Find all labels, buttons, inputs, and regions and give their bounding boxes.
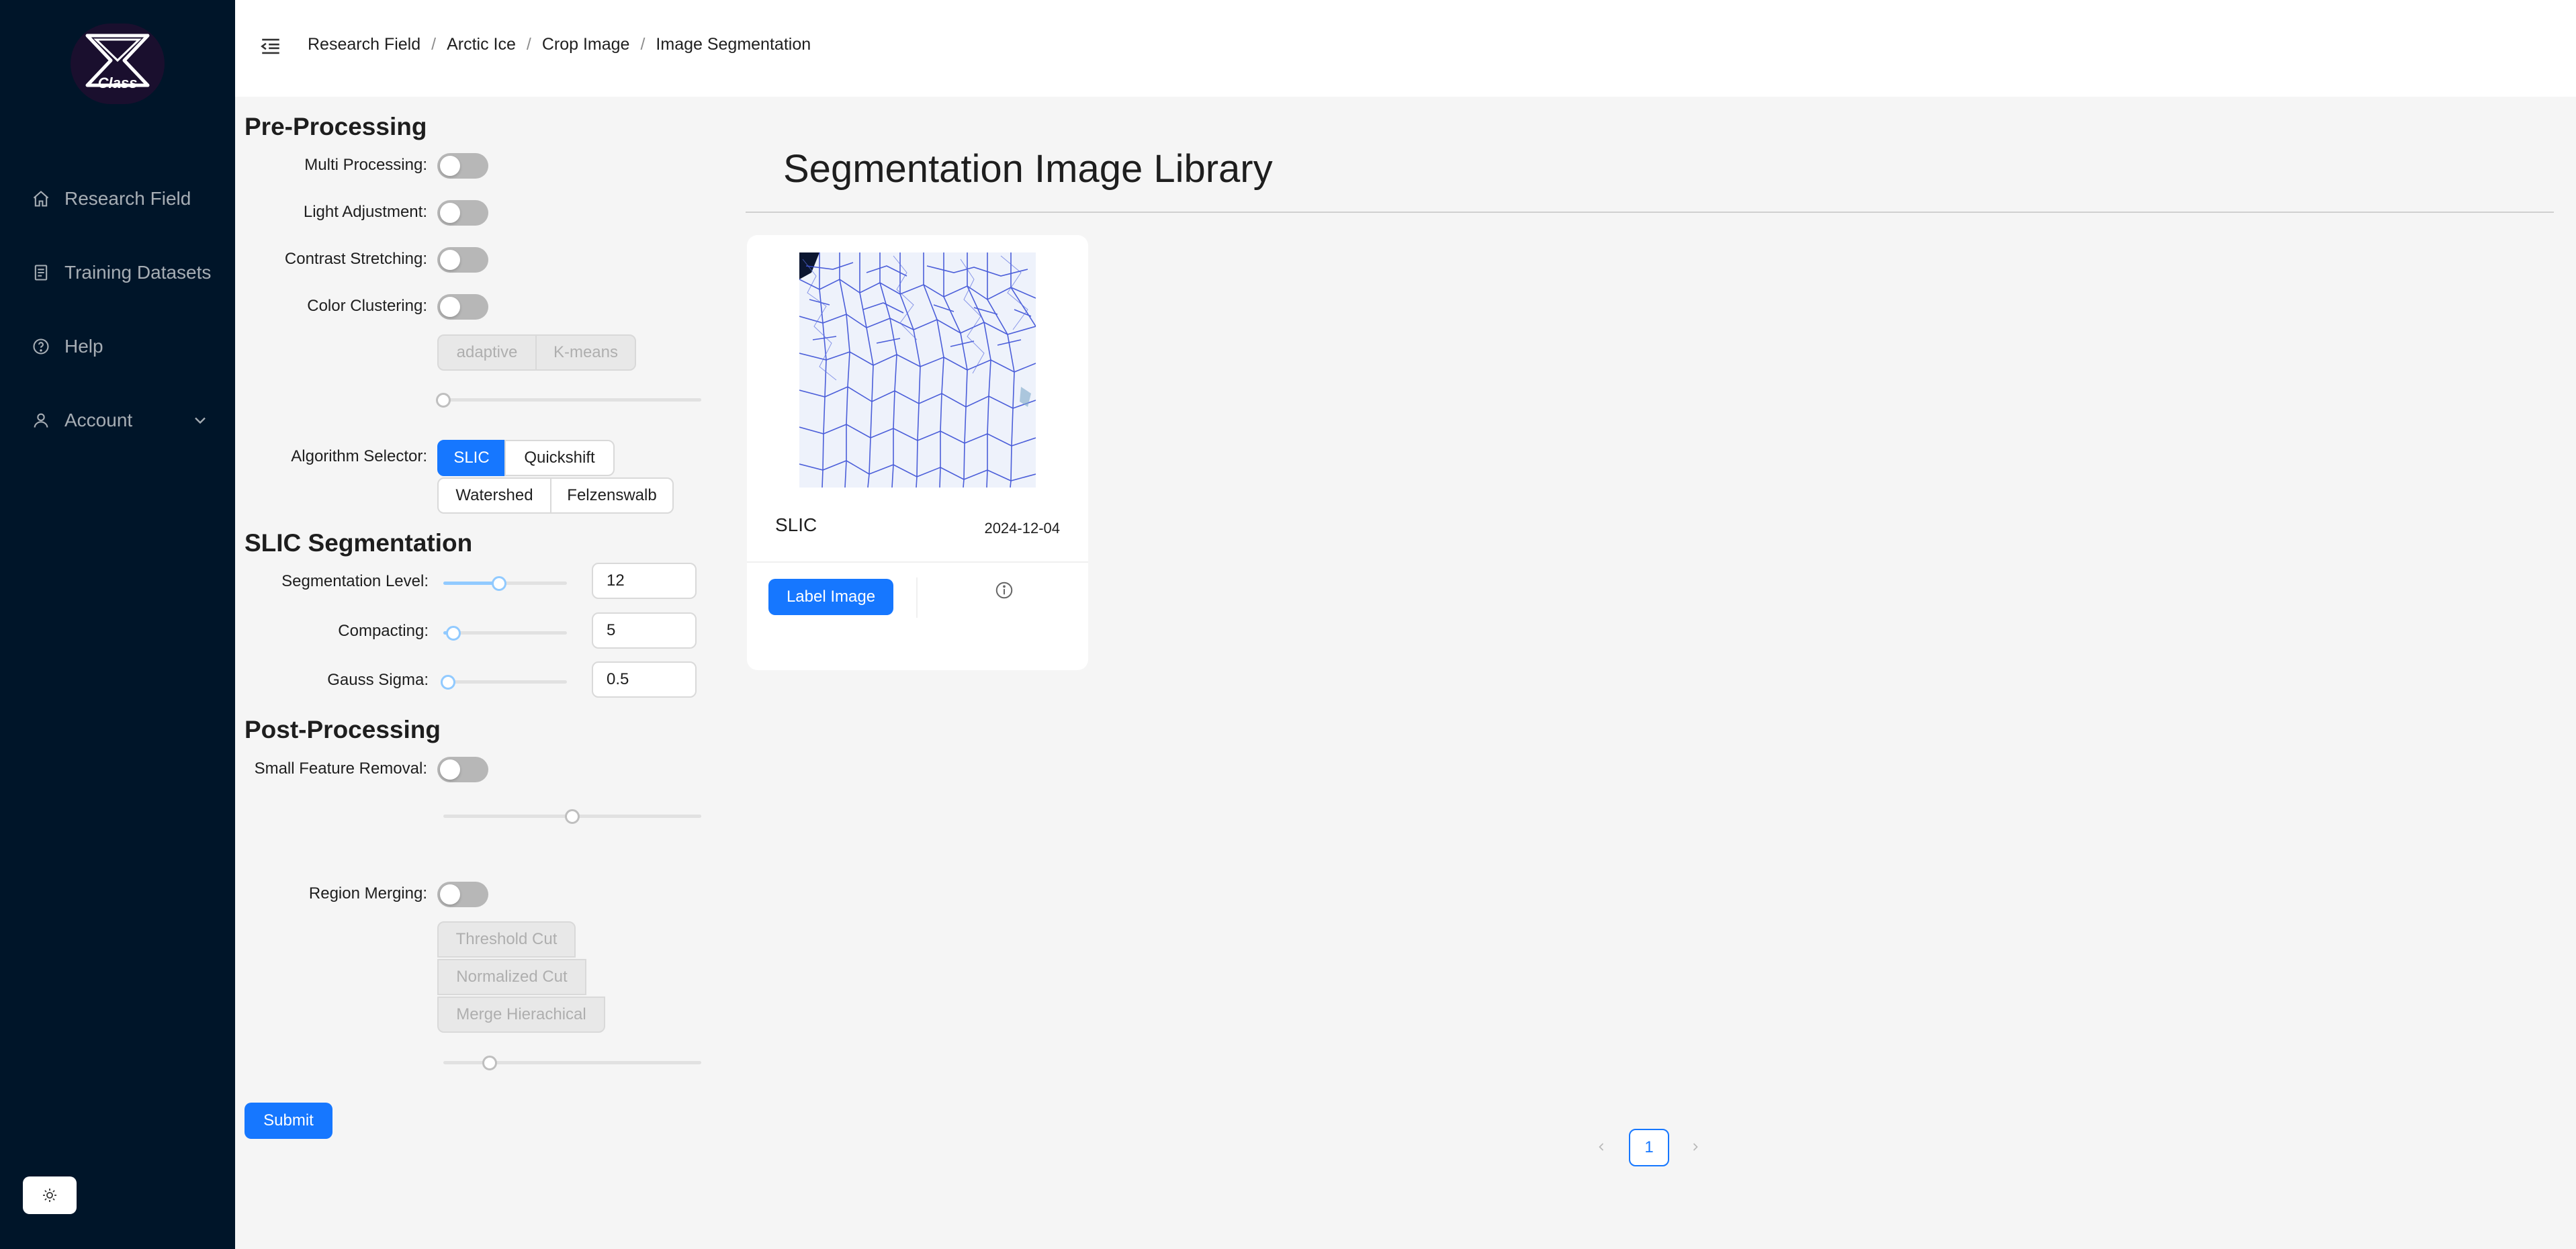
switch-knob: [440, 203, 460, 223]
clustering-option-kmeans[interactable]: K-means: [535, 334, 636, 371]
pagination-next-button[interactable]: [1683, 1135, 1707, 1159]
algorithm-slic-button[interactable]: SLIC: [437, 440, 506, 476]
library-divider: [746, 212, 2554, 213]
sidebar-item-training-datasets[interactable]: Training Datasets: [0, 246, 235, 299]
algorithm-felzenswalb-button[interactable]: Felzenswalb: [550, 477, 674, 514]
pagination-prev-button[interactable]: [1589, 1135, 1613, 1159]
segmented-ice-image: [799, 252, 1036, 488]
compacting-slider-handle[interactable]: [445, 626, 461, 641]
sidebar-item-help[interactable]: Help: [0, 320, 235, 373]
gauss-sigma-input[interactable]: 0.5: [592, 661, 697, 698]
question-circle-icon: [31, 336, 51, 357]
algorithm-selector-label: Algorithm Selector:: [291, 447, 427, 465]
label-image-button[interactable]: Label Image: [768, 579, 893, 615]
small-feature-slider-handle[interactable]: [565, 809, 580, 824]
library-title: Segmentation Image Library: [783, 147, 1273, 191]
postprocessing-title: Post-Processing: [245, 716, 441, 743]
left-icon: [1599, 1143, 1604, 1151]
algorithm-watershed-button[interactable]: Watershed: [437, 477, 551, 514]
segmentation-level-slider-handle[interactable]: [491, 576, 506, 591]
region-merging-switch[interactable]: [437, 882, 488, 907]
compacting-input[interactable]: 5: [592, 612, 697, 649]
compacting-label: Compacting:: [338, 622, 429, 640]
app-logo[interactable]: Class: [71, 24, 165, 104]
image-card: SLIC 2024-12-04 Label Image: [747, 235, 1088, 670]
sidebar-item-research-field[interactable]: Research Field: [0, 172, 235, 226]
sidebar-item-label: Help: [64, 336, 103, 357]
theme-toggle-button[interactable]: [23, 1176, 77, 1214]
switch-knob: [440, 759, 460, 780]
breadcrumb-crop-image[interactable]: Crop Image: [542, 35, 630, 54]
sidebar-item-label: Research Field: [64, 188, 191, 209]
segmentation-level-label: Segmentation Level:: [281, 572, 429, 590]
file-text-icon: [31, 263, 51, 283]
switch-knob: [440, 156, 460, 176]
merging-slider-handle[interactable]: [482, 1056, 498, 1070]
breadcrumb-separator: /: [640, 35, 646, 54]
breadcrumb-image-segmentation: Image Segmentation: [656, 35, 811, 54]
color-clustering-label: Color Clustering:: [307, 297, 427, 315]
merging-option-merge-hierachical[interactable]: Merge Hierachical: [437, 997, 605, 1033]
clustering-slider-handle[interactable]: [436, 393, 451, 408]
breadcrumb-separator: /: [431, 35, 437, 54]
algorithm-quickshift-button[interactable]: Quickshift: [504, 440, 615, 476]
segmentation-level-slider-track: [443, 582, 499, 585]
switch-knob: [440, 884, 460, 905]
contrast-stretching-label: Contrast Stretching:: [284, 250, 427, 268]
sidebar: Class Research Field Training Datasets H…: [0, 0, 235, 1249]
breadcrumb-separator: /: [526, 35, 531, 54]
user-icon: [31, 410, 51, 430]
merging-option-threshold-cut[interactable]: Threshold Cut: [437, 921, 576, 958]
merging-option-normalized-cut[interactable]: Normalized Cut: [437, 959, 586, 995]
small-feature-removal-label: Small Feature Removal:: [254, 759, 427, 778]
chevron-down-icon: [195, 417, 206, 424]
multi-processing-switch[interactable]: [437, 153, 488, 179]
color-clustering-switch[interactable]: [437, 294, 488, 320]
preprocessing-title: Pre-Processing: [245, 113, 427, 140]
card-title: SLIC: [775, 514, 817, 535]
gauss-sigma-label: Gauss Sigma:: [327, 671, 429, 689]
card-divider: [747, 561, 1088, 563]
slic-segmentation-title: SLIC Segmentation: [245, 529, 473, 557]
submit-button[interactable]: Submit: [245, 1103, 332, 1139]
sidebar-item-label: Training Datasets: [64, 262, 212, 283]
home-icon: [31, 189, 51, 209]
segmentation-level-input[interactable]: 12: [592, 563, 697, 599]
menu-fold-icon[interactable]: [259, 35, 282, 58]
light-adjustment-label: Light Adjustment:: [303, 203, 427, 221]
contrast-stretching-switch[interactable]: [437, 247, 488, 273]
region-merging-label: Region Merging:: [308, 884, 427, 903]
switch-knob: [440, 250, 460, 270]
switch-knob: [440, 297, 460, 317]
breadcrumb-research-field[interactable]: Research Field: [308, 35, 420, 54]
clustering-option-adaptive[interactable]: adaptive: [437, 334, 537, 371]
gauss-sigma-slider-handle[interactable]: [441, 675, 456, 690]
right-icon: [1693, 1143, 1698, 1151]
compacting-slider-rail[interactable]: [443, 631, 567, 635]
breadcrumb-arctic-ice[interactable]: Arctic Ice: [447, 35, 516, 54]
sidebar-item-label: Account: [64, 410, 133, 430]
light-adjustment-switch[interactable]: [437, 200, 488, 226]
logo-text: Class: [98, 75, 138, 91]
small-feature-removal-switch[interactable]: [437, 757, 488, 782]
segmentation-preview-image[interactable]: [799, 252, 1036, 488]
x-class-logo-icon: Class: [85, 34, 150, 91]
gauss-sigma-slider-rail[interactable]: [443, 680, 567, 684]
breadcrumb: Research Field / Arctic Ice / Crop Image…: [308, 35, 811, 54]
card-action-divider: [916, 577, 918, 618]
sidebar-item-account[interactable]: Account: [0, 394, 235, 447]
sun-icon: [43, 1189, 56, 1202]
top-header: Research Field / Arctic Ice / Crop Image…: [235, 0, 2576, 97]
pagination-page-1[interactable]: 1: [1629, 1129, 1669, 1166]
multi-processing-label: Multi Processing:: [304, 156, 427, 174]
card-date: 2024-12-04: [984, 520, 1060, 537]
clustering-slider-rail[interactable]: [443, 398, 701, 402]
info-circle-icon[interactable]: [994, 580, 1014, 600]
